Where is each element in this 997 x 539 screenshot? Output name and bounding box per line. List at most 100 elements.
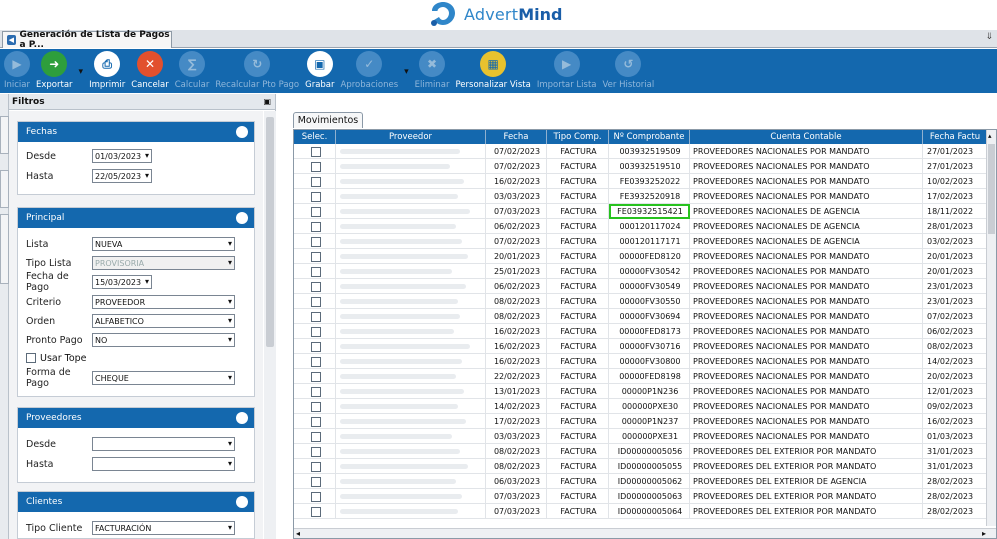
table-row[interactable]: 16/02/2023 FACTURA 00000FV30800 PROVEEDORES… [294, 354, 988, 369]
scroll-left-icon[interactable]: ◂ [296, 529, 300, 538]
filters-scrollbar-thumb[interactable] [266, 117, 274, 347]
row-select-checkbox[interactable] [310, 266, 321, 277]
side-tab-2[interactable] [0, 170, 9, 208]
fecha-pago-picker[interactable]: 15/03/2023 ▾ [92, 275, 152, 289]
row-select-checkbox[interactable] [310, 161, 321, 172]
table-row[interactable]: 07/03/2023 FACTURA ID00000005064 PROVEEDORE… [294, 504, 988, 519]
row-select-checkbox[interactable] [310, 221, 321, 232]
row-select-checkbox[interactable] [310, 191, 321, 202]
collapse-icon[interactable] [236, 126, 248, 138]
table-row[interactable]: 08/02/2023 FACTURA 00000FV30550 PROVEEDORES… [294, 294, 988, 309]
column-header-4[interactable]: Nº Comprobante [609, 130, 690, 144]
toolbar-button-exportar[interactable]: ➜ Exportar [36, 49, 73, 93]
collapse-icon[interactable] [236, 496, 248, 508]
row-select-checkbox[interactable] [310, 206, 321, 217]
table-row[interactable]: 07/02/2023 FACTURA 003932519509 PROVEEDORES… [294, 144, 988, 159]
table-row[interactable]: 22/02/2023 FACTURA 00000FED8198 PROVEEDORES… [294, 369, 988, 384]
row-select-checkbox[interactable] [310, 491, 321, 502]
row-select-checkbox[interactable] [310, 251, 321, 262]
table-row[interactable]: 25/01/2023 FACTURA 00000FV30542 PROVEEDORES… [294, 264, 988, 279]
row-select-checkbox[interactable] [310, 236, 321, 247]
table-row[interactable]: 08/02/2023 FACTURA ID00000005056 PROVEEDORE… [294, 444, 988, 459]
orden-select[interactable]: ALFABETICO ▾ [92, 314, 235, 328]
proveedores-panel-header[interactable]: Proveedores [18, 408, 254, 428]
forma-pago-select[interactable]: CHEQUE ▾ [92, 371, 235, 385]
table-row[interactable]: 06/03/2023 FACTURA ID00000005062 PROVEEDORE… [294, 474, 988, 489]
document-tab[interactable]: ◀ Generación de Lista de Pagos a P... [2, 30, 172, 50]
toolbar-button-personalizar-vista[interactable]: ▦ Personalizar Vista [455, 49, 531, 93]
scroll-up-icon[interactable]: ▴ [988, 132, 992, 140]
criterio-select[interactable]: PROVEEDOR ▾ [92, 295, 235, 309]
collapse-icon[interactable] [236, 212, 248, 224]
table-row[interactable]: 07/02/2023 FACTURA 000120117171 PROVEEDORES… [294, 234, 988, 249]
row-select-checkbox[interactable] [310, 341, 321, 352]
principal-panel-header[interactable]: Principal [18, 208, 254, 228]
row-select-checkbox[interactable] [310, 506, 321, 517]
table-row[interactable]: 16/02/2023 FACTURA 00000FV30716 PROVEEDORES… [294, 339, 988, 354]
filters-scrollbar[interactable] [264, 111, 276, 539]
tipo-cliente-select[interactable]: FACTURACIÓN ▾ [92, 521, 235, 535]
table-row[interactable]: 03/03/2023 FACTURA 000000PXE31 PROVEEDORES … [294, 429, 988, 444]
grid-vertical-scrollbar-thumb[interactable] [988, 144, 995, 234]
toolbar-button-grabar[interactable]: ▣ Grabar [305, 49, 335, 93]
row-select-checkbox[interactable] [310, 371, 321, 382]
row-select-checkbox[interactable] [310, 356, 321, 367]
collapse-icon[interactable] [236, 412, 248, 424]
pin-icon[interactable]: ▣ [263, 97, 271, 106]
fechas-desde-picker[interactable]: 01/03/2023 ▾ [92, 149, 152, 163]
table-row[interactable]: 07/03/2023 FACTURA ID00000005063 PROVEEDORE… [294, 489, 988, 504]
toolbar-button-cancelar[interactable]: ✕ Cancelar [131, 49, 169, 93]
proveedores-desde-select[interactable]: ▾ [92, 437, 235, 451]
side-tab-3[interactable] [0, 214, 9, 284]
table-row[interactable]: 16/02/2023 FACTURA FE0393252022 PROVEEDORES… [294, 174, 988, 189]
pin-icon[interactable]: ⇓ [985, 32, 993, 42]
table-row[interactable]: 08/02/2023 FACTURA ID00000005055 PROVEEDORE… [294, 459, 988, 474]
fechas-panel-header[interactable]: Fechas [18, 122, 254, 142]
fechas-hasta-picker[interactable]: 22/05/2023 ▾ [92, 169, 152, 183]
column-header-2[interactable]: Fecha [486, 130, 547, 144]
table-row[interactable]: 07/03/2023 FACTURA FE03932515421 PROVEEDORE… [294, 204, 988, 219]
lista-select[interactable]: NUEVA ▾ [92, 237, 235, 251]
row-select-checkbox[interactable] [310, 386, 321, 397]
table-row[interactable]: 16/02/2023 FACTURA 00000FED8173 PROVEEDORES… [294, 324, 988, 339]
side-tab-1[interactable] [0, 116, 9, 154]
usar-tope-checkbox[interactable] [26, 353, 36, 363]
row-select-checkbox[interactable] [310, 476, 321, 487]
proveedores-hasta-select[interactable]: ▾ [92, 457, 235, 471]
table-row[interactable]: 20/01/2023 FACTURA 00000FED8120 PROVEEDORES… [294, 249, 988, 264]
row-select-checkbox[interactable] [310, 311, 321, 322]
row-select-checkbox[interactable] [310, 401, 321, 412]
table-row[interactable]: 13/01/2023 FACTURA 00000P1N236 PROVEEDORES … [294, 384, 988, 399]
table-row[interactable]: 07/02/2023 FACTURA 003932519510 PROVEEDORES… [294, 159, 988, 174]
table-row[interactable]: 17/02/2023 FACTURA 00000P1N237 PROVEEDORES … [294, 414, 988, 429]
row-select-checkbox[interactable] [310, 416, 321, 427]
column-header-1[interactable]: Proveedor [336, 130, 486, 144]
column-header-0[interactable]: Selec. [294, 130, 336, 144]
table-row[interactable]: 06/02/2023 FACTURA 000120117024 PROVEEDORES… [294, 219, 988, 234]
row-select-checkbox[interactable] [310, 461, 321, 472]
table-row[interactable]: 08/02/2023 FACTURA 00000FV30694 PROVEEDORES… [294, 309, 988, 324]
pronto-pago-select[interactable]: NO ▾ [92, 333, 235, 347]
table-row[interactable]: 03/03/2023 FACTURA FE3932520918 PROVEEDORES… [294, 189, 988, 204]
chevron-down-icon[interactable]: ▾ [79, 67, 84, 77]
row-select-checkbox[interactable] [310, 296, 321, 307]
chevron-down-icon[interactable]: ▾ [404, 67, 409, 77]
grid-vertical-scrollbar[interactable]: ▴ [986, 130, 996, 526]
row-select-checkbox[interactable] [310, 446, 321, 457]
row-select-checkbox[interactable] [310, 281, 321, 292]
grid-horizontal-scrollbar[interactable]: ◂ ▸ [294, 528, 996, 538]
table-row[interactable]: 14/02/2023 FACTURA 000000PXE30 PROVEEDORES … [294, 399, 988, 414]
clientes-panel-header[interactable]: Clientes [18, 492, 254, 512]
column-header-5[interactable]: Cuenta Contable [690, 130, 923, 144]
row-select-checkbox[interactable] [310, 176, 321, 187]
row-select-checkbox[interactable] [310, 326, 321, 337]
scroll-right-icon[interactable]: ▸ [982, 529, 986, 538]
toolbar-button-imprimir[interactable]: ⎙ Imprimir [89, 49, 125, 93]
tab-movimientos[interactable]: Movimientos [293, 112, 363, 128]
row-select-checkbox[interactable] [310, 146, 321, 157]
column-header-3[interactable]: Tipo Comp. [547, 130, 609, 144]
column-header-6[interactable]: Fecha Factu [923, 130, 988, 144]
table-row[interactable]: 06/02/2023 FACTURA 00000FV30549 PROVEEDORES… [294, 279, 988, 294]
proveedor-cell [336, 444, 486, 459]
row-select-checkbox[interactable] [310, 431, 321, 442]
